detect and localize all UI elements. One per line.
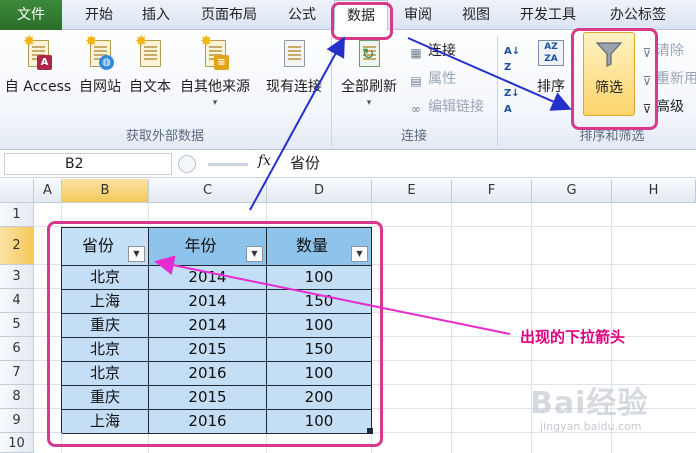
annotation-label: 出现的下拉箭头 [520,328,626,346]
arrow-to-dropdown [154,255,511,335]
arrow-to-filter [407,37,572,111]
watermark-url: jingyan.baidu.com [540,420,642,433]
watermark-logo: Bai经验 [530,386,649,421]
arrow-to-data-tab [249,36,345,211]
